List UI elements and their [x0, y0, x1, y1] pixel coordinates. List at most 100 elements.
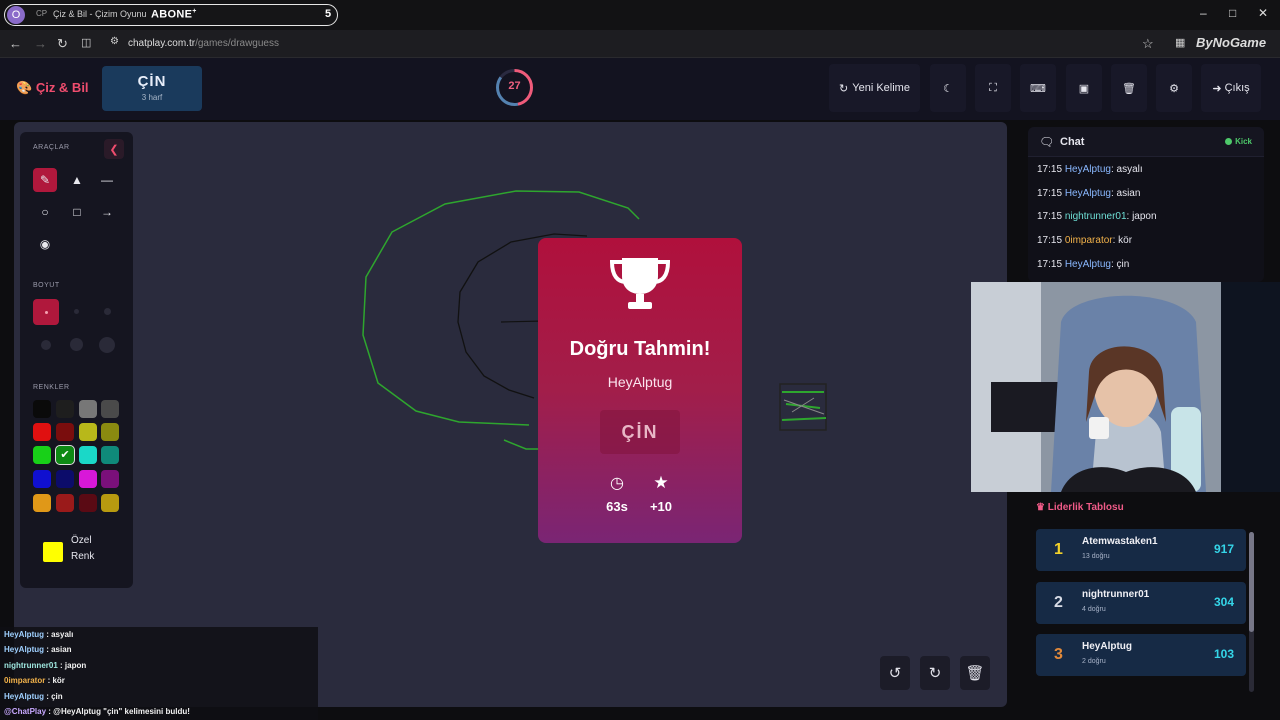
color-swatch[interactable] — [79, 423, 97, 441]
subscribe-overlay-count: 5 — [325, 8, 332, 20]
color-swatch[interactable] — [101, 494, 119, 512]
fullscreen-button[interactable]: ⛶ — [975, 64, 1011, 112]
overlay-chat-line: HeyAlptug : asian — [4, 645, 72, 654]
circle-tool-button[interactable]: ○ — [33, 200, 57, 224]
color-swatch[interactable] — [33, 400, 51, 418]
color-swatch[interactable] — [56, 494, 74, 512]
color-swatch[interactable] — [79, 494, 97, 512]
chat-message-user: HeyAlptug — [1064, 258, 1111, 270]
color-swatch[interactable] — [79, 400, 97, 418]
color-swatch[interactable] — [33, 446, 51, 464]
clear-canvas-button[interactable]: 🗑 — [960, 656, 990, 690]
leaderboard-row: 3 HeyAlptug 2 doğru 103 — [1036, 634, 1246, 676]
drawing-canvas[interactable] — [14, 122, 1007, 707]
overlay-chat-user: nightrunner01 — [4, 660, 58, 670]
redo-button[interactable]: ↻ — [920, 656, 950, 690]
size-option-2[interactable] — [74, 309, 79, 314]
size-option-4[interactable] — [41, 340, 51, 350]
chat-status: Kick — [1225, 137, 1252, 146]
extensions-icon[interactable]: ▦ — [1175, 36, 1185, 49]
app-logo[interactable]: 🎨 Çiz & Bil — [16, 80, 89, 96]
reload-icon[interactable]: ↻ — [57, 36, 68, 52]
leaderboard-scrollbar[interactable] — [1249, 532, 1254, 692]
browser-tab[interactable]: O CP Çiz & Bil - Çizim Oyunu ABONE+ 5 — [4, 4, 338, 26]
size-option-6[interactable] — [99, 337, 115, 353]
leaderboard-title-text: Liderlik Tablosu — [1047, 502, 1124, 513]
sidebar-icon[interactable]: ◫ — [81, 36, 91, 49]
scrollbar-thumb[interactable] — [1249, 532, 1254, 632]
chat-message-text: : çin — [1110, 258, 1130, 270]
color-swatch[interactable] — [56, 400, 74, 418]
profile-avatar[interactable]: O — [7, 6, 25, 24]
close-window-icon[interactable]: ✕ — [1258, 6, 1268, 20]
size-option-1[interactable] — [33, 299, 59, 325]
fill-tool-button[interactable]: ◉ — [33, 232, 57, 256]
color-swatch[interactable] — [79, 470, 97, 488]
color-swatch[interactable] — [101, 446, 119, 464]
stream-chat-overlay: HeyAlptug : asyalı HeyAlptug : asian night… — [0, 627, 318, 720]
chat-panel: 🗨 Chat Kick 17:15 HeyAlptug: asyalı 17:15… — [1028, 127, 1264, 282]
size-option-5[interactable] — [70, 338, 83, 351]
refresh-icon: ↻ — [839, 82, 849, 95]
overlay-chat-text: : asian — [44, 645, 72, 655]
leaderboard-score: 103 — [1213, 647, 1234, 661]
clock-icon: ◷ — [610, 475, 624, 492]
back-icon[interactable]: ← — [9, 36, 22, 51]
color-swatch[interactable]: ✔ — [55, 445, 75, 465]
chat-message-user: 0imparator — [1064, 235, 1113, 247]
collapse-tools-button[interactable]: ❮ — [104, 139, 124, 159]
exit-label: Çıkış — [1224, 82, 1250, 94]
current-word: ÇİN — [137, 73, 167, 90]
color-swatch[interactable] — [56, 470, 74, 488]
color-swatch[interactable] — [33, 423, 51, 441]
chat-message-time: 17:15 — [1037, 258, 1065, 270]
canvas-drawing — [362, 190, 827, 450]
points-stat-value: +10 — [649, 499, 673, 514]
colors-section-label: RENKLER — [33, 384, 70, 391]
chat-message: 17:15 HeyAlptug: asian — [1037, 188, 1140, 199]
undo-button[interactable]: ↺ — [880, 656, 910, 690]
exit-button[interactable]: ➜ Çıkış — [1201, 64, 1261, 112]
site-info-icon[interactable]: ⚙ — [110, 36, 119, 47]
color-swatch[interactable] — [33, 494, 51, 512]
settings-button[interactable]: ⚙ — [1156, 64, 1192, 112]
current-word-box: ÇİN 3 harf — [102, 66, 202, 111]
overlay-chat-line: @ChatPlay : @HeyAlptug "çin" kelimesini … — [4, 707, 190, 716]
chat-message-text: : japon — [1126, 211, 1157, 223]
overlay-chat-user: @ChatPlay — [4, 707, 47, 716]
leaderboard-title: ♛ Liderlik Tablosu — [1036, 502, 1124, 513]
color-swatch[interactable] — [101, 423, 119, 441]
forward-icon[interactable]: → — [34, 36, 47, 51]
size-option-3[interactable] — [104, 308, 111, 315]
size-section-label: BOYUT — [33, 282, 60, 289]
maximize-icon[interactable]: □ — [1229, 6, 1236, 20]
custom-color-label-2: Renk — [71, 551, 95, 562]
brush-tool-button[interactable]: ✎ — [33, 168, 57, 192]
chat-message-user: HeyAlptug — [1064, 187, 1111, 199]
dark-mode-button[interactable]: ☾ — [930, 64, 966, 112]
archive-button[interactable]: ▣ — [1066, 64, 1102, 112]
overlay-chat-user: HeyAlptug — [4, 630, 44, 639]
bookmark-star-icon[interactable]: ☆ — [1142, 36, 1154, 52]
color-swatch[interactable] — [101, 470, 119, 488]
browser-title-bar: O CP Çiz & Bil - Çizim Oyunu ABONE+ 5 – … — [0, 0, 1280, 30]
rectangle-tool-button[interactable]: □ — [65, 200, 89, 224]
eraser-tool-button[interactable]: ▲ — [65, 168, 89, 192]
overlay-chat-user: 0imparator — [4, 676, 46, 686]
line-tool-button[interactable]: — — [95, 168, 119, 192]
url-field[interactable]: chatplay.com.tr/games/drawguess — [128, 38, 279, 49]
overlay-chat-user: HeyAlptug — [4, 691, 44, 701]
chat-message: 17:15 HeyAlptug: asyalı — [1037, 164, 1143, 175]
color-swatch[interactable] — [101, 400, 119, 418]
keyboard-button[interactable]: ⌨ — [1020, 64, 1056, 112]
modal-player-name: HeyAlptug — [607, 374, 673, 390]
points-stat: ★ +10 — [641, 473, 681, 514]
custom-color-swatch[interactable] — [43, 542, 63, 562]
color-swatch[interactable] — [56, 423, 74, 441]
arrow-tool-button[interactable]: → — [95, 200, 119, 224]
color-swatch[interactable] — [33, 470, 51, 488]
trash-button[interactable]: 🗑 — [1111, 64, 1147, 112]
minimize-icon[interactable]: – — [1200, 6, 1207, 20]
color-swatch[interactable] — [79, 446, 97, 464]
new-word-button[interactable]: ↻ Yeni Kelime — [829, 64, 920, 112]
